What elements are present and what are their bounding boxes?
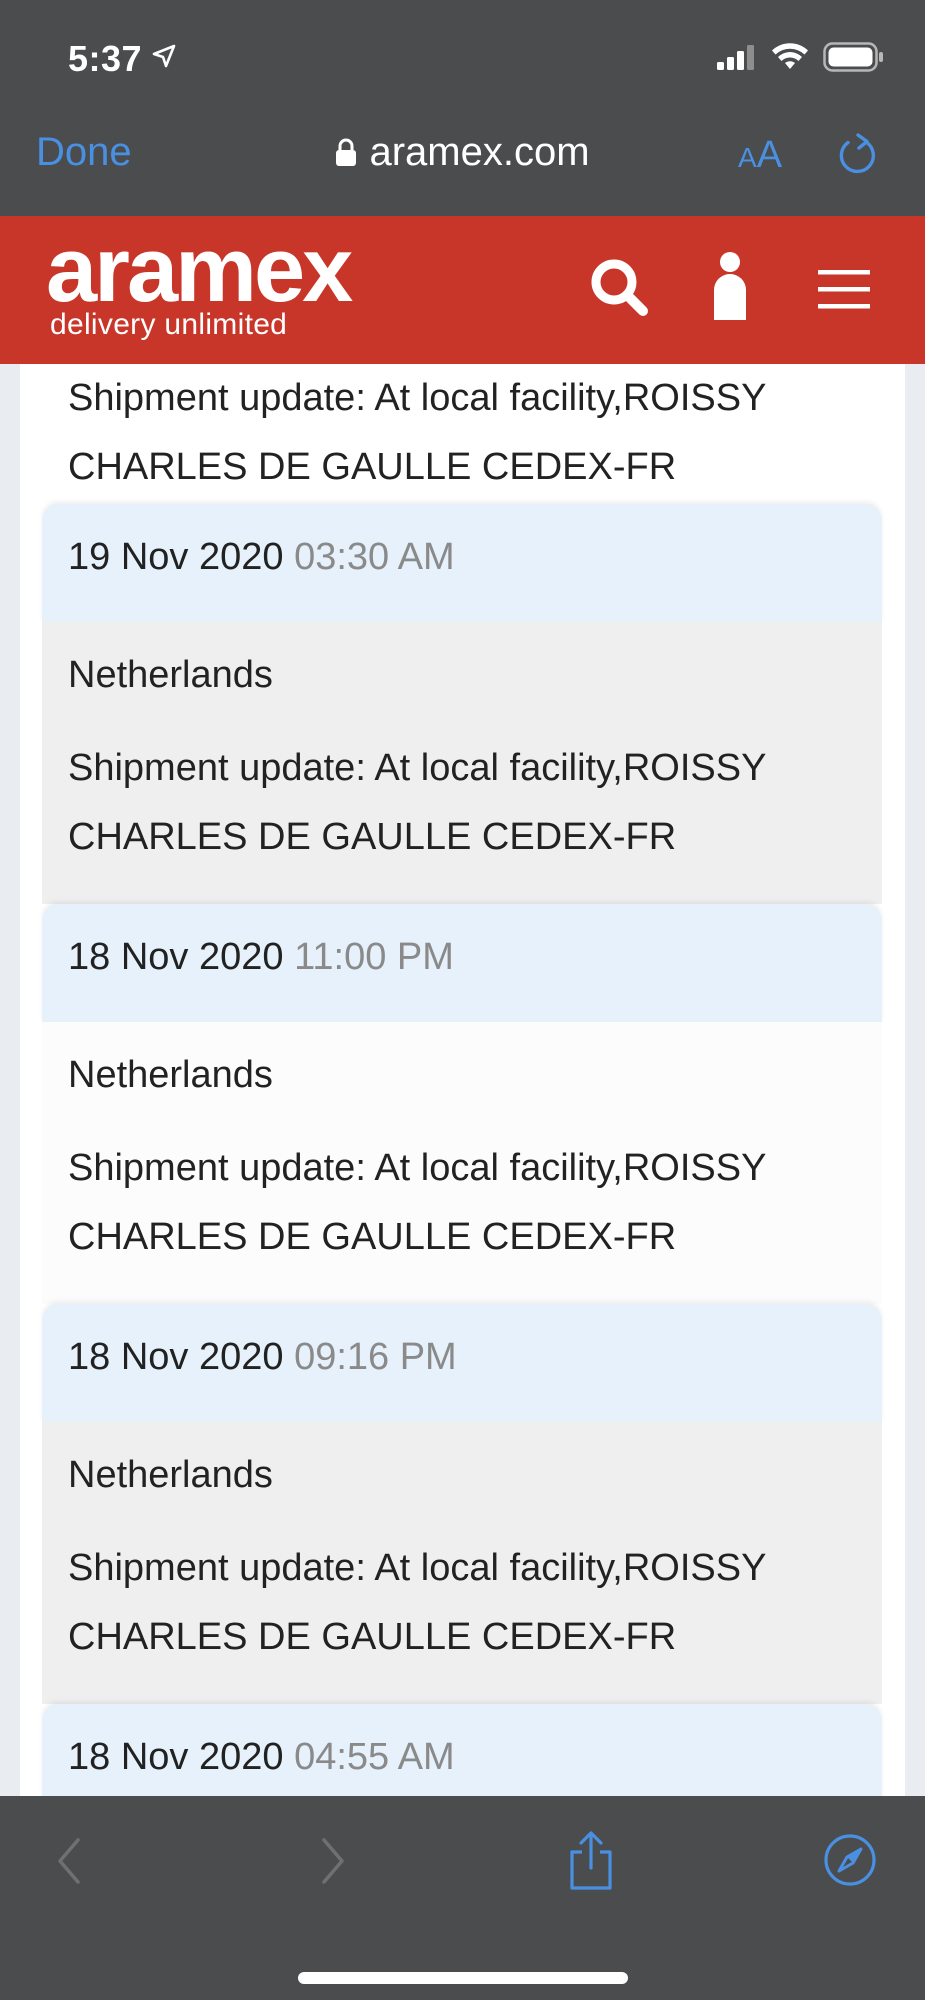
entry-date: 18 Nov 2020: [68, 1336, 284, 1378]
brand-tagline: delivery unlimited: [50, 308, 288, 341]
entry-date: 18 Nov 2020: [68, 936, 284, 978]
update-text: Shipment update: At local facility,ROISS…: [68, 747, 766, 858]
share-icon[interactable]: [566, 1830, 616, 1897]
aramex-logo[interactable]: aramex: [46, 219, 353, 321]
user-icon[interactable]: [710, 252, 750, 327]
entry-time: 11:00 PM: [294, 936, 454, 978]
home-indicator: [298, 1972, 628, 1984]
tracking-history: Shipment update: At local facility,ROISS…: [20, 364, 905, 1796]
entry-time: 03:30 AM: [294, 536, 455, 578]
address-bar[interactable]: aramex.com: [0, 130, 925, 177]
entry-date: 19 Nov 2020: [68, 536, 284, 578]
signal-icon: [717, 44, 757, 75]
status-time: 5:37: [68, 38, 143, 79]
entry-location: Netherlands: [68, 654, 273, 696]
compass-icon[interactable]: [822, 1832, 878, 1893]
site-header: aramex delivery unlimited: [0, 216, 925, 364]
lock-icon: [335, 132, 357, 177]
entry-body: Netherlands Shipment update: At local fa…: [42, 1022, 882, 1304]
entry-date-row: 18 Nov 2020 09:16 PM: [42, 1304, 882, 1422]
browser-toolbar: [0, 1796, 925, 2000]
entry-body: Netherlands Shipment update: At local fa…: [42, 622, 882, 904]
location-arrow-icon: [152, 44, 176, 73]
update-text: Shipment update: At local facility,ROISS…: [68, 1147, 766, 1258]
forward-icon[interactable]: [318, 1836, 348, 1891]
back-icon[interactable]: [54, 1836, 84, 1891]
entry-date-row: 19 Nov 2020 03:30 AM: [42, 504, 882, 622]
wifi-icon: [771, 43, 809, 76]
entry-date-row: 18 Nov 2020 04:55 AM: [42, 1704, 882, 1796]
search-icon[interactable]: [588, 256, 650, 323]
battery-icon: [823, 42, 885, 77]
menu-icon[interactable]: [818, 270, 870, 315]
text-size-button[interactable]: AA: [738, 134, 782, 177]
entry-location: Netherlands: [68, 1054, 273, 1096]
browser-top-bar: 5:37 Done aramex.com AA: [0, 0, 925, 216]
list-item: Shipment update: At local facility,ROISS…: [42, 364, 882, 504]
reload-icon[interactable]: [836, 132, 880, 183]
entry-time: 04:55 AM: [294, 1736, 455, 1778]
domain-text: aramex.com: [369, 130, 590, 174]
update-text: Shipment update: At local facility,ROISS…: [68, 377, 766, 488]
entry-location: Netherlands: [68, 1454, 273, 1496]
entry-date-row: 18 Nov 2020 11:00 PM: [42, 904, 882, 1022]
entry-body: Netherlands Shipment update: At local fa…: [42, 1422, 882, 1704]
entry-date: 18 Nov 2020: [68, 1736, 284, 1778]
entry-time: 09:16 PM: [294, 1336, 457, 1378]
update-text: Shipment update: At local facility,ROISS…: [68, 1547, 766, 1658]
